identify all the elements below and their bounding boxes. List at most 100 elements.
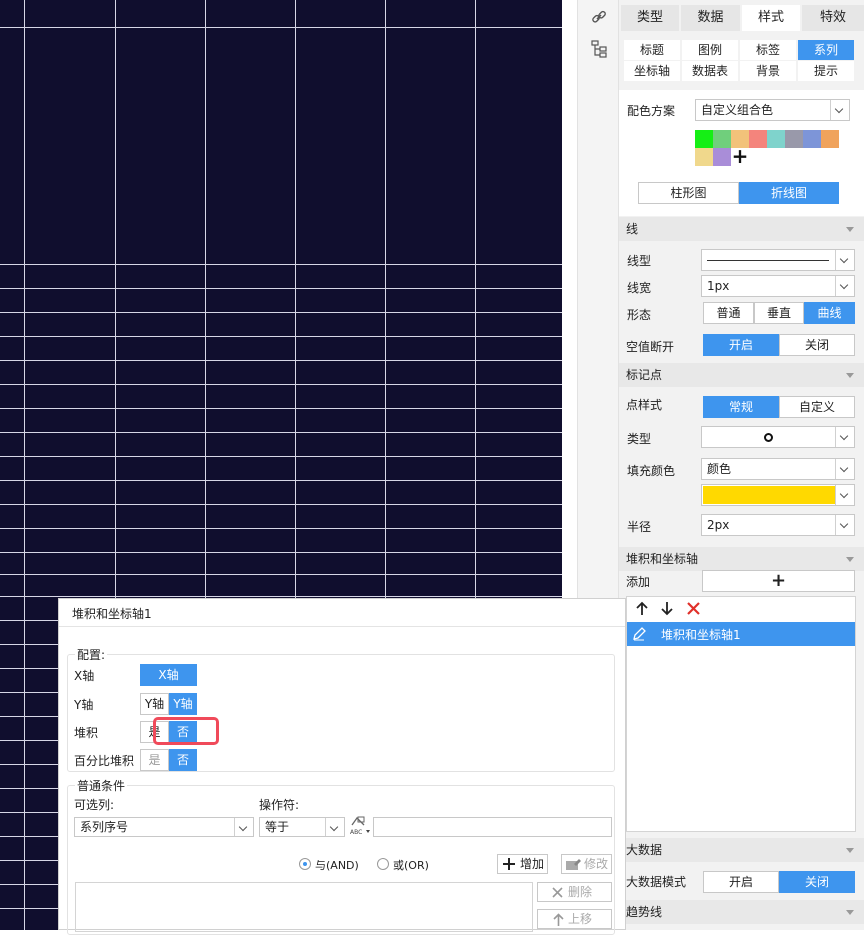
shape-curve[interactable]: 曲线 [804, 302, 855, 324]
marker-type-label: 类型 [627, 432, 652, 446]
chevron-down-icon [835, 427, 854, 447]
percent-stack-no[interactable]: 否 [169, 749, 197, 771]
stack-section-header[interactable]: 堆积和坐标轴 [619, 547, 864, 571]
arrow-up-icon [553, 913, 564, 926]
move-up-icon[interactable] [635, 601, 649, 616]
add-condition-button[interactable]: 增加 [497, 854, 548, 874]
fill-mode-select[interactable]: 颜色 [701, 458, 855, 480]
trendline-section-header[interactable]: 趋势线 [619, 900, 864, 924]
delete-icon[interactable] [687, 602, 700, 615]
y-axis-option-2[interactable]: Y轴2 [169, 693, 197, 731]
color-swatch[interactable] [821, 130, 839, 148]
subtab-title[interactable]: 标题 [624, 40, 680, 60]
subtab-background[interactable]: 背景 [740, 61, 796, 81]
condition-value-input[interactable] [373, 817, 612, 837]
column-label: 可选列: [74, 798, 115, 812]
shape-normal[interactable]: 普通 [703, 302, 754, 324]
collapse-icon [846, 557, 854, 562]
color-swatch[interactable] [695, 148, 713, 166]
tab-data[interactable]: 数据 [681, 5, 740, 31]
marker-style-custom[interactable]: 自定义 [779, 396, 855, 418]
y-axis-option-1[interactable]: Y轴 [140, 693, 169, 715]
line-width-label: 线宽 [627, 281, 652, 295]
collapse-icon [846, 910, 854, 915]
shape-vertical[interactable]: 垂直 [754, 302, 804, 324]
color-swatch[interactable] [767, 130, 785, 148]
tab-effects[interactable]: 特效 [802, 5, 864, 31]
tab-type[interactable]: 类型 [621, 5, 679, 31]
column-select[interactable]: 系列序号 [74, 817, 254, 837]
bigdata-on[interactable]: 开启 [703, 871, 779, 893]
null-break-off[interactable]: 关闭 [779, 334, 855, 356]
null-break-on[interactable]: 开启 [703, 334, 779, 356]
modify-condition-button[interactable]: 修改 [561, 854, 612, 874]
stack-item-label: 堆积和坐标轴1 [661, 628, 741, 642]
hierarchy-icon[interactable] [591, 40, 608, 58]
collapse-icon [846, 848, 854, 853]
collapse-icon [846, 227, 854, 232]
color-swatch[interactable] [785, 130, 803, 148]
divider [59, 626, 625, 627]
color-swatch[interactable] [713, 148, 731, 166]
and-label: 与(AND) [315, 859, 359, 872]
text-value-type-icon[interactable]: ABC [349, 815, 371, 837]
delete-condition-button[interactable]: 删除 [537, 882, 612, 902]
condition-legend: 普通条件 [75, 777, 128, 794]
marker-style-normal[interactable]: 常规 [703, 396, 779, 418]
color-scheme-select[interactable]: 自定义组合色 [695, 99, 850, 121]
add-label: 添加 [626, 575, 651, 589]
subtab-tooltip[interactable]: 提示 [798, 61, 854, 81]
subtab-axis[interactable]: 坐标轴 [624, 61, 680, 81]
add-stack-button[interactable]: + [702, 570, 855, 592]
tab-style[interactable]: 样式 [742, 5, 800, 31]
color-swatch[interactable] [803, 130, 821, 148]
subtab-series[interactable]: 系列 [798, 40, 854, 60]
move-down-icon[interactable] [660, 601, 674, 616]
svg-text:ABC: ABC [350, 829, 362, 836]
x-axis-label: X轴 [74, 669, 95, 683]
add-color-icon[interactable]: + [731, 145, 749, 167]
shape-label: 形态 [627, 308, 652, 322]
radius-select[interactable]: 2px [701, 514, 855, 536]
operator-label: 操作符: [259, 798, 300, 812]
x-axis-option[interactable]: X轴 [140, 664, 197, 686]
marker-style-label: 点样式 [626, 398, 663, 412]
chevron-down-icon [835, 459, 854, 479]
condition-list [75, 882, 533, 932]
percent-stack-yes[interactable]: 是 [140, 749, 169, 771]
marker-type-select[interactable] [701, 426, 855, 448]
bigdata-off[interactable]: 关闭 [779, 871, 855, 893]
stack-list-item[interactable]: 堆积和坐标轴1 [627, 622, 855, 646]
chevron-down-icon [835, 515, 854, 535]
bigdata-section-header[interactable]: 大数据 [619, 838, 864, 862]
highlight-box [153, 717, 219, 745]
and-radio[interactable] [299, 858, 311, 870]
or-label: 或(OR) [393, 859, 429, 872]
marker-section-header[interactable]: 标记点 [619, 363, 864, 387]
plus-icon [503, 858, 515, 870]
chevron-down-icon [835, 250, 854, 270]
subtab-legend[interactable]: 图例 [682, 40, 738, 60]
operator-select[interactable]: 等于 [259, 817, 345, 837]
delete-icon [552, 887, 563, 898]
line-width-select[interactable]: 1px [701, 275, 855, 297]
chart-kind-line[interactable]: 折线图 [739, 182, 839, 204]
line-type-select[interactable] [701, 249, 855, 271]
move-up-condition-button[interactable]: 上移 [537, 909, 612, 929]
link-icon[interactable] [591, 9, 607, 25]
color-swatch[interactable] [749, 130, 767, 148]
fill-color-label: 填充颜色 [627, 464, 676, 478]
chart-kind-bar[interactable]: 柱形图 [638, 182, 739, 204]
subtab-datasheet[interactable]: 数据表 [682, 61, 738, 81]
collapse-icon [846, 373, 854, 378]
chevron-down-icon [830, 100, 849, 120]
modify-icon [566, 859, 581, 870]
edit-pencil-icon[interactable] [631, 626, 647, 642]
fill-color-picker[interactable] [701, 484, 855, 506]
color-swatch[interactable] [713, 130, 731, 148]
color-swatch[interactable] [695, 130, 713, 148]
radius-label: 半径 [627, 520, 652, 534]
or-radio[interactable] [377, 858, 389, 870]
subtab-label[interactable]: 标签 [740, 40, 796, 60]
line-section-header[interactable]: 线 [619, 217, 864, 241]
